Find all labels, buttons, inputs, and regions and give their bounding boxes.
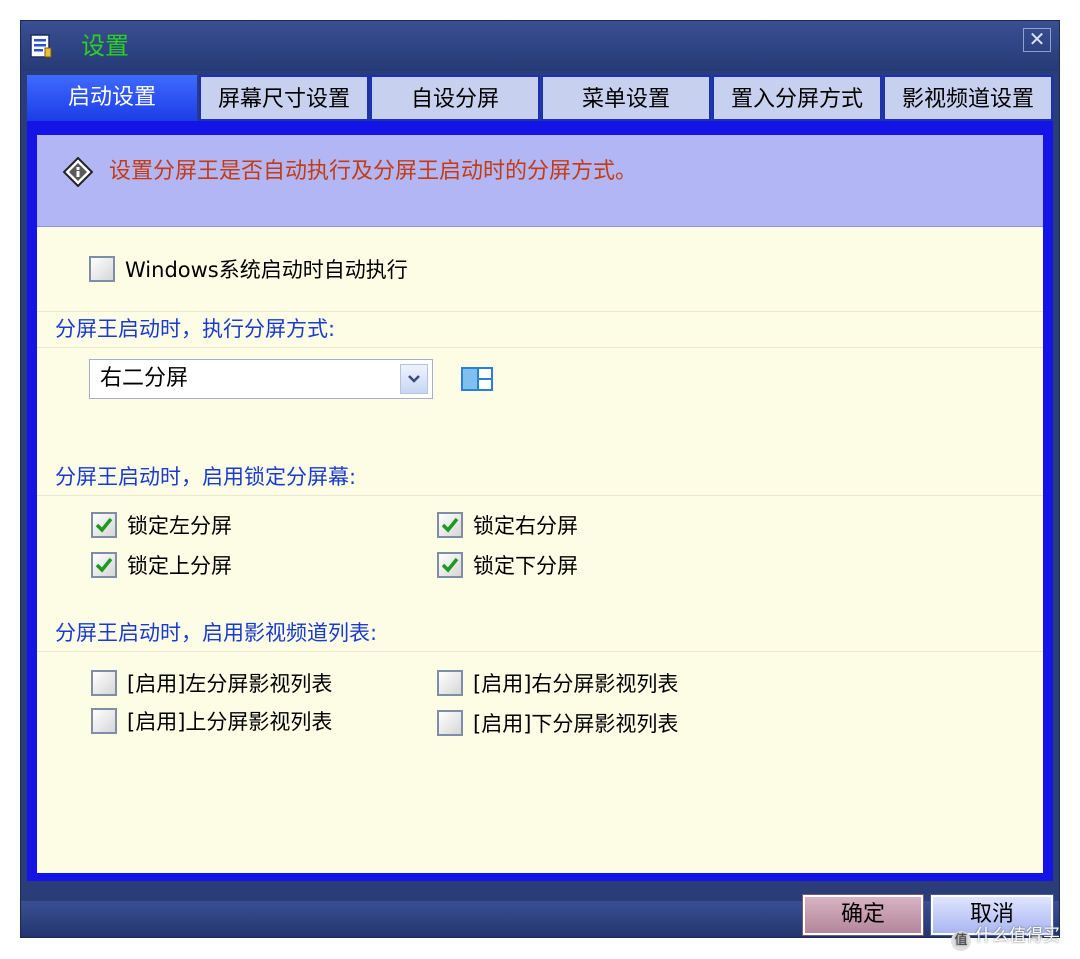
section-lock: 分屏王启动时，启用锁定分屏幕:	[55, 465, 357, 489]
split-right-icon	[461, 367, 493, 391]
close-button[interactable]: ✕	[1023, 28, 1051, 52]
tab-content-frame: 设置分屏王是否自动执行及分屏王启动时的分屏方式。 Windows系统启动时自动执…	[27, 121, 1053, 881]
lock-left-label: 锁定左分屏	[127, 514, 232, 538]
watermark-text: 什么值得买	[975, 926, 1060, 946]
settings-window: 设置 ✕ 启动设置 屏幕尺寸设置 自设分屏 菜单设置 置入分屏方式 影视频道设置…	[20, 20, 1060, 938]
watermark-logo-icon: 值	[951, 931, 971, 951]
dropdown-button[interactable]	[400, 364, 428, 394]
split-mode-select[interactable]: 右二分屏	[89, 359, 433, 399]
chevron-down-icon	[408, 375, 420, 383]
checkmark-icon	[441, 517, 459, 533]
info-banner: 设置分屏王是否自动执行及分屏王启动时的分屏方式。	[37, 135, 1043, 227]
ok-button[interactable]: 确定	[802, 894, 924, 936]
tab-video-channel[interactable]: 影视频道设置	[883, 75, 1053, 121]
divider	[37, 651, 1043, 652]
lock-bottom-checkbox[interactable]: 锁定下分屏	[437, 551, 657, 581]
tab-menu[interactable]: 菜单设置	[541, 75, 711, 121]
banner-text: 设置分屏王是否自动执行及分屏王启动时的分屏方式。	[109, 159, 638, 184]
checkbox-box	[437, 552, 463, 578]
video-top-label: [启用]上分屏影视列表	[127, 710, 333, 734]
video-left-checkbox[interactable]: [启用]左分屏影视列表	[91, 669, 391, 699]
tab-screen-size[interactable]: 屏幕尺寸设置	[199, 75, 369, 121]
lock-top-label: 锁定上分屏	[127, 554, 232, 578]
split-mode-value: 右二分屏	[100, 366, 189, 391]
title-bar[interactable]: 设置 ✕	[21, 21, 1059, 71]
lock-right-label: 锁定右分屏	[473, 514, 578, 538]
checkbox-box	[91, 708, 117, 734]
lock-right-checkbox[interactable]: 锁定右分屏	[437, 511, 657, 541]
video-right-label: [启用]右分屏影视列表	[473, 672, 679, 696]
video-bottom-label: [启用]下分屏影视列表	[473, 712, 679, 736]
startup-settings-panel: Windows系统启动时自动执行 分屏王启动时，执行分屏方式: 右二分屏 分屏王…	[37, 227, 1043, 873]
lock-left-checkbox[interactable]: 锁定左分屏	[91, 511, 311, 541]
window-title: 设置	[81, 32, 129, 60]
divider	[37, 311, 1043, 312]
checkmark-icon	[95, 517, 113, 533]
checkbox-box	[437, 670, 463, 696]
video-right-checkbox[interactable]: [启用]右分屏影视列表	[437, 669, 737, 699]
checkbox-box	[437, 710, 463, 736]
app-icon	[30, 34, 52, 58]
tab-bar: 启动设置 屏幕尺寸设置 自设分屏 菜单设置 置入分屏方式 影视频道设置	[27, 75, 1053, 121]
lock-bottom-label: 锁定下分屏	[473, 554, 578, 578]
checkmark-icon	[95, 557, 113, 573]
autostart-checkbox[interactable]: Windows系统启动时自动执行	[89, 255, 429, 285]
divider	[37, 347, 1043, 348]
checkbox-box	[91, 670, 117, 696]
autostart-label: Windows系统启动时自动执行	[125, 258, 408, 282]
info-diamond-icon	[63, 157, 93, 187]
divider	[37, 495, 1043, 496]
video-left-label: [启用]左分屏影视列表	[127, 672, 333, 696]
section-split-mode: 分屏王启动时，执行分屏方式:	[55, 317, 336, 341]
video-bottom-checkbox[interactable]: [启用]下分屏影视列表	[437, 709, 737, 739]
checkbox-box	[91, 552, 117, 578]
lock-top-checkbox[interactable]: 锁定上分屏	[91, 551, 311, 581]
tab-startup[interactable]: 启动设置	[27, 75, 197, 121]
checkmark-icon	[441, 557, 459, 573]
tab-custom-split[interactable]: 自设分屏	[370, 75, 540, 121]
section-video-list: 分屏王启动时，启用影视频道列表:	[55, 621, 378, 645]
watermark: 值什么值得买	[951, 925, 1060, 951]
tab-insert-split[interactable]: 置入分屏方式	[712, 75, 882, 121]
video-top-checkbox[interactable]: [启用]上分屏影视列表	[91, 707, 391, 737]
checkbox-box	[89, 256, 115, 282]
checkbox-box	[91, 512, 117, 538]
checkbox-box	[437, 512, 463, 538]
close-icon: ✕	[1028, 27, 1046, 51]
